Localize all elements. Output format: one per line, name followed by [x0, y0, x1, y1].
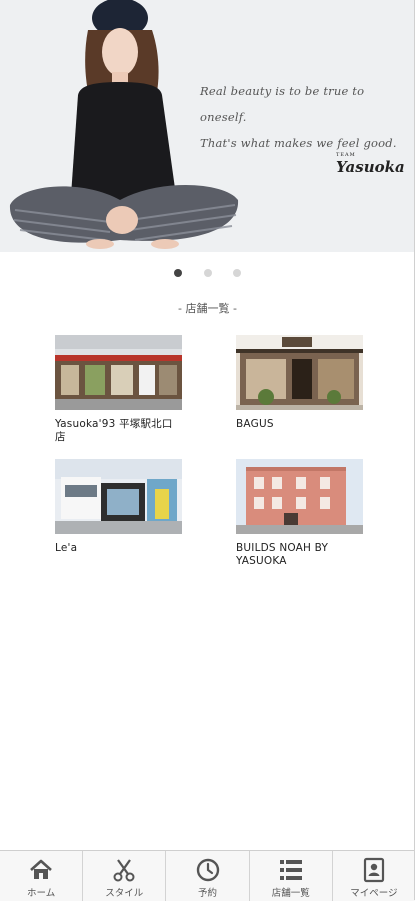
tab-mypage[interactable]: マイページ	[333, 851, 415, 901]
carousel-indicator	[0, 262, 415, 277]
shop-name: BAGUS	[236, 418, 274, 430]
clock-icon	[196, 858, 219, 882]
tab-shop-list-label: 店舗一覧	[271, 888, 310, 899]
tab-shop-list[interactable]: 店舗一覧	[250, 851, 333, 901]
shop-card-bagus[interactable]: BAGUS	[236, 335, 364, 431]
tab-home[interactable]: ホーム	[0, 851, 84, 901]
bottom-tab-bar: ホーム スタイル 予約 店舗一覧 マイページ	[0, 850, 415, 901]
tab-style[interactable]: スタイル	[83, 851, 167, 901]
shop-photo	[55, 459, 182, 534]
scissors-icon	[113, 859, 135, 882]
hero-banner[interactable]: Real beauty is to be true to oneself. Th…	[0, 0, 415, 252]
shop-photo	[236, 335, 363, 410]
hero-quote-line1: Real beauty is to be true to oneself.	[200, 84, 365, 124]
carousel-dot-1[interactable]	[174, 269, 183, 277]
list-icon	[279, 860, 302, 880]
shop-name: Le'a	[55, 542, 78, 554]
tab-home-label: ホーム	[26, 888, 56, 899]
carousel-dot-2[interactable]	[203, 269, 212, 277]
carousel-dot-3[interactable]	[232, 269, 241, 277]
id-card-icon	[363, 857, 385, 883]
shop-card-builds-noah[interactable]: BUILDS NOAH BY YASUOKA	[236, 459, 364, 568]
tab-reservation[interactable]: 予約	[166, 851, 250, 901]
brand-logo: TEAM Yasuoka	[336, 152, 408, 176]
shop-name: Yasuoka'93 平塚駅北口店	[55, 418, 173, 443]
shop-card-yasuoka93[interactable]: Yasuoka'93 平塚駅北口店	[55, 335, 183, 444]
home-icon	[30, 859, 52, 879]
tab-style-label: スタイル	[105, 888, 144, 899]
shop-photo	[55, 335, 182, 410]
hero-quote: Real beauty is to be true to oneself. Th…	[200, 78, 412, 156]
shop-card-lea[interactable]: Le'a	[55, 459, 183, 555]
shop-name: BUILDS NOAH BY YASUOKA	[236, 542, 329, 567]
shop-photo	[236, 459, 363, 534]
tab-mypage-label: マイページ	[350, 888, 398, 899]
tab-reservation-label: 予約	[198, 888, 218, 899]
section-title: - 店舗一覧 -	[178, 302, 237, 315]
brand-name: Yasuoka	[336, 158, 405, 176]
